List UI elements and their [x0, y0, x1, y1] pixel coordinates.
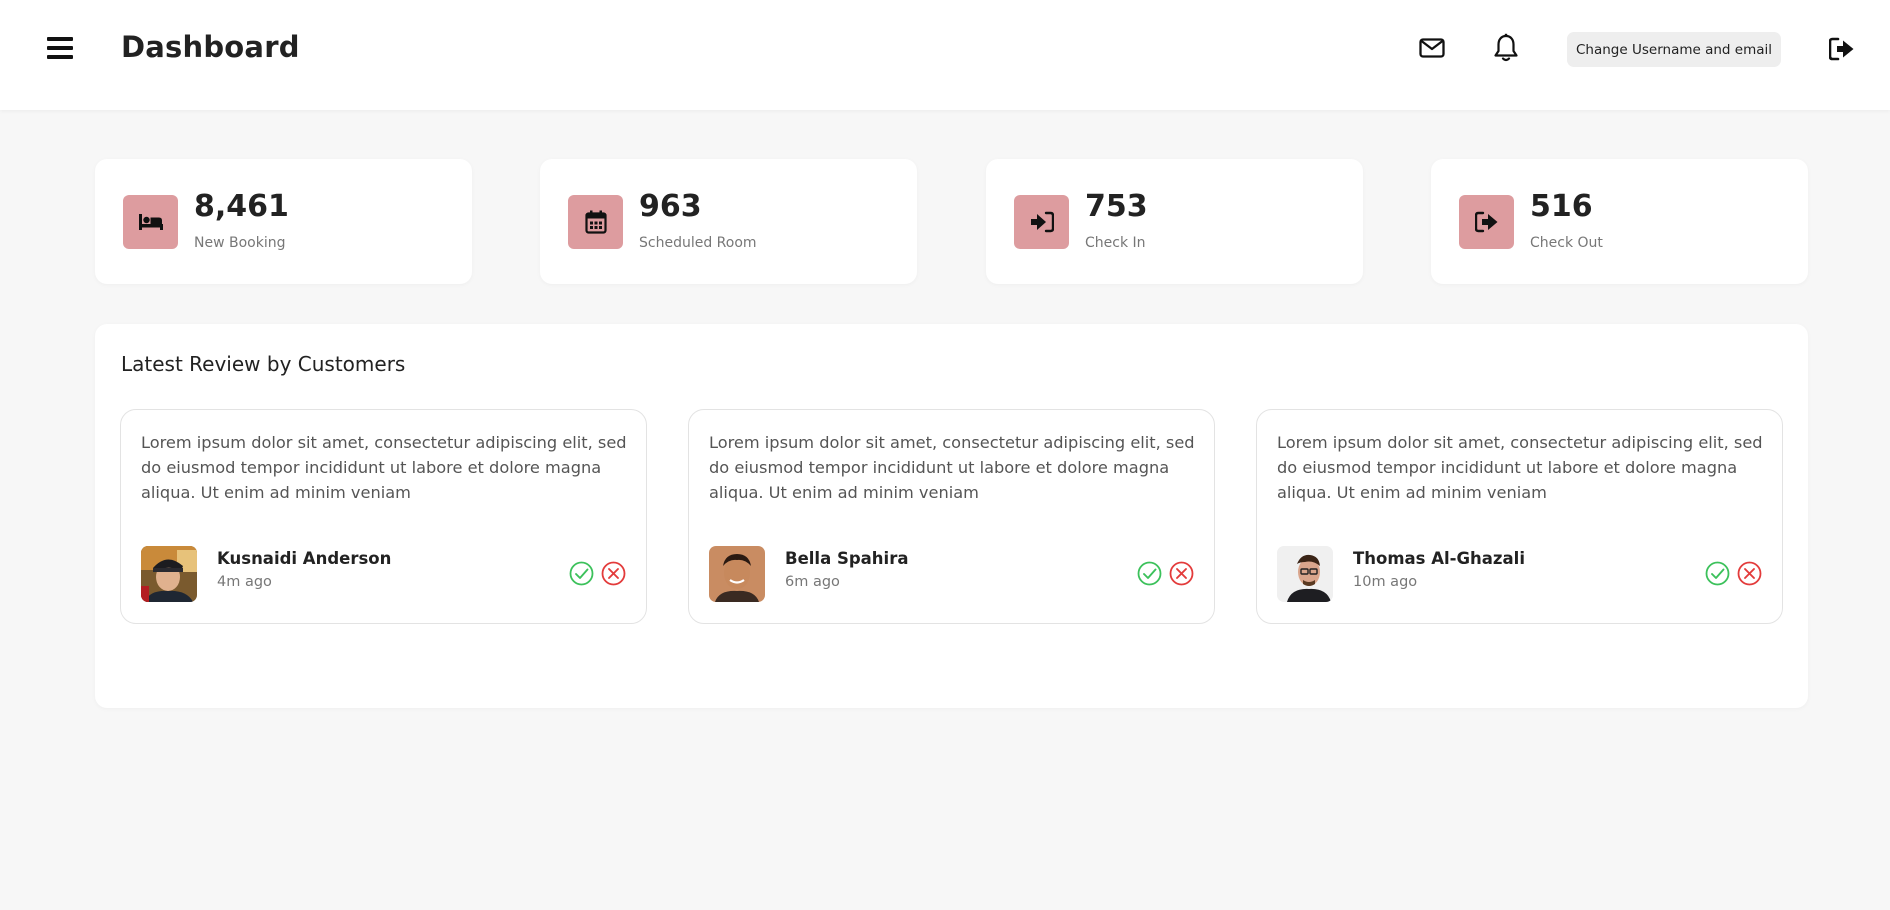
sign-out-icon[interactable] — [1828, 37, 1855, 65]
reject-x-icon[interactable] — [1737, 561, 1762, 586]
review-text: Lorem ipsum dolor sit amet, consectetur … — [141, 433, 627, 502]
calendar-icon — [568, 195, 623, 249]
review-time: 6m ago — [785, 574, 840, 590]
review-card: Lorem ipsum dolor sit amet, consectetur … — [688, 409, 1215, 624]
stat-label: Check In — [1085, 235, 1146, 251]
stat-value: 753 — [1085, 189, 1148, 224]
top-bar: Dashboard Change Username and email — [0, 0, 1890, 110]
sign-in-icon — [1014, 195, 1069, 249]
reviews-panel: Latest Review by Customers Lorem ipsum d… — [95, 324, 1808, 708]
review-card: Lorem ipsum dolor sit amet, consectetur … — [120, 409, 647, 624]
stat-value: 8,461 — [194, 189, 289, 224]
approve-check-icon[interactable] — [1137, 561, 1162, 586]
stat-label: Scheduled Room — [639, 235, 757, 251]
page-title: Dashboard — [121, 30, 300, 64]
stat-card-check-out: 516 Check Out — [1431, 159, 1808, 284]
approve-check-icon[interactable] — [569, 561, 594, 586]
envelope-icon[interactable] — [1418, 34, 1446, 66]
reviewer-name: Kusnaidi Anderson — [217, 549, 392, 568]
reviews-title: Latest Review by Customers — [121, 352, 406, 376]
review-time: 10m ago — [1353, 574, 1418, 590]
reject-x-icon[interactable] — [601, 561, 626, 586]
review-time: 4m ago — [217, 574, 272, 590]
stat-card-new-booking: 8,461 New Booking — [95, 159, 472, 284]
reviewer-name: Thomas Al-Ghazali — [1353, 549, 1525, 568]
stat-value: 963 — [639, 189, 702, 224]
avatar — [1277, 546, 1333, 602]
review-text: Lorem ipsum dolor sit amet, consectetur … — [709, 433, 1195, 502]
sign-out-icon — [1459, 195, 1514, 249]
stat-card-scheduled-room: 963 Scheduled Room — [540, 159, 917, 284]
stat-value: 516 — [1530, 189, 1593, 224]
stat-card-check-in: 753 Check In — [986, 159, 1363, 284]
reviewer-name: Bella Spahira — [785, 549, 909, 568]
approve-check-icon[interactable] — [1705, 561, 1730, 586]
change-username-email-button[interactable]: Change Username and email — [1567, 32, 1782, 67]
stat-label: Check Out — [1530, 235, 1603, 251]
review-card: Lorem ipsum dolor sit amet, consectetur … — [1256, 409, 1783, 624]
bed-icon — [123, 195, 178, 249]
avatar — [141, 546, 197, 602]
stat-label: New Booking — [194, 235, 286, 251]
review-text: Lorem ipsum dolor sit amet, consectetur … — [1277, 433, 1763, 502]
hamburger-menu-icon[interactable] — [47, 36, 73, 60]
avatar — [709, 546, 765, 602]
bell-icon[interactable] — [1492, 33, 1520, 67]
reject-x-icon[interactable] — [1169, 561, 1194, 586]
